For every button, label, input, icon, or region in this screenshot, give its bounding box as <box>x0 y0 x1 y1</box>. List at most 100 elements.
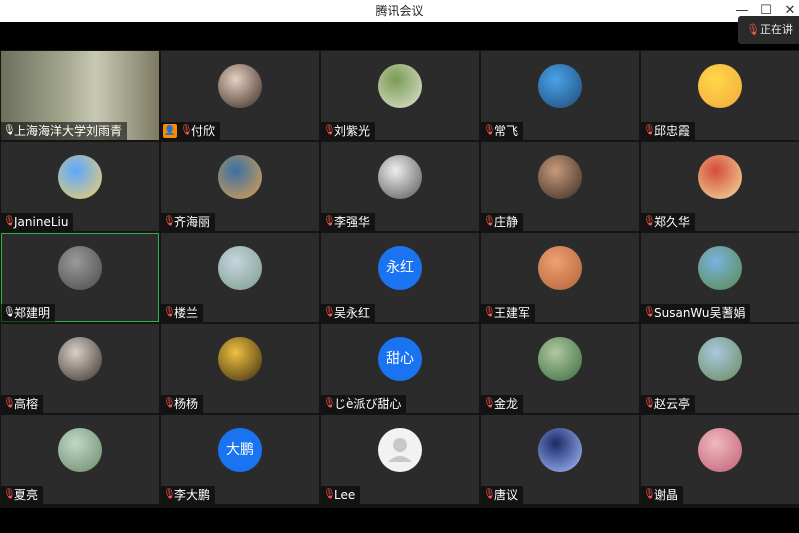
mic-muted-icon: 🎙 <box>643 216 656 227</box>
participant-tile[interactable]: 🎙 郑建明 <box>1 233 159 322</box>
participant-namebar: 🎙 上海海洋大学刘雨青 <box>1 122 128 140</box>
speaking-indicator[interactable]: 🎙正在讲 <box>738 16 799 44</box>
participant-tile[interactable]: 🎙 SusanWu吴蓍娟 <box>641 233 799 322</box>
mic-muted-icon: 🎙 <box>483 398 496 409</box>
title-bar: 腾讯会议 — ☐ ✕ <box>0 0 799 22</box>
participant-avatar <box>58 337 102 381</box>
participant-name: 刘紫光 <box>334 124 371 138</box>
participant-namebar: 🎙 杨杨 <box>161 395 204 413</box>
participant-avatar <box>378 64 422 108</box>
mic-muted-icon: 🎙 <box>163 307 176 318</box>
participant-tile[interactable]: 🎙 Lee <box>321 415 479 504</box>
participant-avatar: 大鹏 <box>218 428 262 472</box>
participant-namebar: 🎙 金龙 <box>481 395 524 413</box>
participant-namebar: 🎙 谢晶 <box>641 486 684 504</box>
participant-tile[interactable]: 🎙 刘紫光 <box>321 51 479 140</box>
participant-namebar: 🎙 常飞 <box>481 122 524 140</box>
mic-muted-icon: 🎙 <box>3 489 16 500</box>
participant-name: 谢晶 <box>654 488 679 502</box>
mic-muted-icon: 🎙 <box>483 216 496 227</box>
bottom-bar <box>0 508 799 533</box>
participant-name: 夏亮 <box>14 488 39 502</box>
participant-avatar <box>538 155 582 199</box>
participant-namebar: 🎙 Lee <box>321 486 361 504</box>
participant-tile[interactable]: 🎙 高榕 <box>1 324 159 413</box>
participant-tile[interactable]: 🎙 夏亮 <box>1 415 159 504</box>
participant-avatar <box>218 155 262 199</box>
host-badge-icon: 👤 <box>163 124 177 138</box>
mic-muted-icon: 🎙 <box>323 307 336 318</box>
participant-tile[interactable]: 🎙 唐议 <box>481 415 639 504</box>
participant-name: 吴永红 <box>334 306 371 320</box>
mic-muted-icon: 🎙 <box>643 489 656 500</box>
participant-tile[interactable]: 🎙 齐海丽 <box>161 142 319 231</box>
participant-name: 杨杨 <box>174 397 199 411</box>
participant-namebar: 🎙 郑久华 <box>641 213 696 231</box>
participant-namebar: 🎙 李强华 <box>321 213 376 231</box>
participant-tile[interactable]: 🎙 上海海洋大学刘雨青 <box>1 51 159 140</box>
participant-namebar: 🎙 唐议 <box>481 486 524 504</box>
participant-tile[interactable]: 甜心 🎙 じè派び甜心 <box>321 324 479 413</box>
participant-avatar <box>698 64 742 108</box>
mic-muted-icon: 🎙 <box>163 398 176 409</box>
participant-tile[interactable]: 🎙 JanineLiu <box>1 142 159 231</box>
participant-namebar: 🎙 庄静 <box>481 213 524 231</box>
window-title: 腾讯会议 <box>375 4 424 18</box>
participant-tile[interactable]: 大鹏 🎙 李大鹏 <box>161 415 319 504</box>
participant-name: 郑久华 <box>654 215 691 229</box>
participant-namebar: 🎙 邱忠霞 <box>641 122 696 140</box>
participant-avatar <box>218 246 262 290</box>
participant-namebar: 🎙 楼兰 <box>161 304 204 322</box>
participant-namebar: 🎙 齐海丽 <box>161 213 216 231</box>
mic-muted-icon: 🎙 <box>163 216 176 227</box>
participant-name: 楼兰 <box>174 306 199 320</box>
participant-avatar <box>698 428 742 472</box>
mic-muted-icon: 🎙 <box>643 398 656 409</box>
participant-namebar: 🎙 李大鹏 <box>161 486 216 504</box>
participant-name: 付欣 <box>191 124 216 138</box>
participant-tile[interactable]: 🎙 李强华 <box>321 142 479 231</box>
participant-name: 齐海丽 <box>174 215 211 229</box>
participant-avatar <box>378 155 422 199</box>
mic-muted-icon: 🎙 <box>643 307 656 318</box>
participant-avatar: 永红 <box>378 246 422 290</box>
participant-avatar <box>698 337 742 381</box>
participant-tile[interactable]: 🎙 王建军 <box>481 233 639 322</box>
participant-name: 常飞 <box>494 124 519 138</box>
participant-avatar <box>58 246 102 290</box>
participant-tile[interactable]: 🎙 金龙 <box>481 324 639 413</box>
mic-muted-icon: 🎙 <box>163 489 176 500</box>
participant-name: 李大鹏 <box>174 488 211 502</box>
participant-avatar <box>58 428 102 472</box>
participant-tile[interactable]: 🎙 楼兰 <box>161 233 319 322</box>
participant-namebar: 🎙 JanineLiu <box>1 213 74 231</box>
participant-tile[interactable]: 永红 🎙 吴永红 <box>321 233 479 322</box>
participant-name: 庄静 <box>494 215 519 229</box>
participant-tile[interactable]: 🎙 常飞 <box>481 51 639 140</box>
participant-tile[interactable]: 🎙 杨杨 <box>161 324 319 413</box>
participant-avatar <box>538 246 582 290</box>
participant-name: SusanWu吴蓍娟 <box>654 306 746 320</box>
participant-avatar <box>538 337 582 381</box>
participant-namebar: 👤 🎙 付欣 <box>161 122 221 140</box>
mic-muted-icon: 🎙 <box>746 23 760 36</box>
participant-grid: 🎙 上海海洋大学刘雨青 👤 🎙 付欣 🎙 刘紫光 🎙 常飞 🎙 邱忠霞 🎙 JanineLiu 🎙 齐海丽 🎙… <box>0 50 799 508</box>
participant-name: Lee <box>334 488 356 502</box>
default-user-icon <box>378 428 422 472</box>
participant-tile[interactable]: 👤 🎙 付欣 <box>161 51 319 140</box>
participant-tile[interactable]: 🎙 庄静 <box>481 142 639 231</box>
participant-name: 唐议 <box>494 488 519 502</box>
mic-muted-icon: 🎙 <box>323 489 336 500</box>
participant-tile[interactable]: 🎙 郑久华 <box>641 142 799 231</box>
participant-name: 赵云亭 <box>654 397 691 411</box>
mic-muted-icon: 🎙 <box>323 125 336 136</box>
mic-on-icon: 🎙 <box>3 125 16 136</box>
participant-tile[interactable]: 🎙 谢晶 <box>641 415 799 504</box>
participant-avatar <box>538 64 582 108</box>
participant-tile[interactable]: 🎙 赵云亭 <box>641 324 799 413</box>
participant-tile[interactable]: 🎙 邱忠霞 <box>641 51 799 140</box>
participant-name: 王建军 <box>494 306 531 320</box>
participant-namebar: 🎙 吴永红 <box>321 304 376 322</box>
mic-muted-icon: 🎙 <box>643 125 656 136</box>
participant-name: JanineLiu <box>14 215 69 229</box>
